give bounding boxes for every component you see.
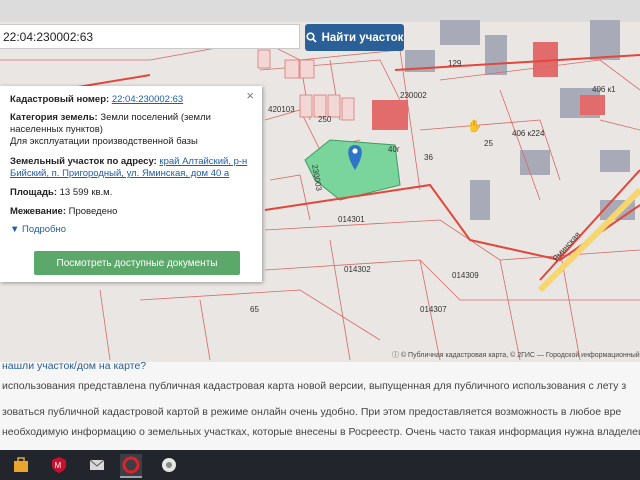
category-label: Категория земель: (10, 112, 98, 123)
map-label: 25 (484, 139, 493, 148)
find-parcel-button[interactable]: Найти участок (305, 24, 404, 51)
map-label: 406 к224 (512, 129, 545, 138)
taskbar: M (0, 450, 640, 480)
category-value: Земли поселений (земли (100, 112, 211, 123)
opera-icon[interactable] (120, 454, 142, 478)
search-icon (305, 32, 317, 43)
view-documents-button[interactable]: Посмотреть доступные документы (34, 251, 240, 275)
map-label: 420103 (268, 105, 295, 114)
find-parcel-label: Найти участок (321, 31, 404, 44)
more-details-link[interactable]: ▼ Подробно (10, 224, 66, 236)
address-link-cont[interactable]: Бийский, п. Пригородный, ул. Яминская, д… (10, 168, 229, 180)
paragraph-line: зоваться публичной кадастровой картой в … (2, 406, 622, 418)
map-label: 014302 (344, 265, 371, 274)
mcafee-icon[interactable]: M (48, 454, 70, 476)
address-label: Земельный участок по адресу: (10, 156, 157, 167)
map-label: 230002 (400, 91, 427, 100)
app-icon[interactable] (158, 454, 180, 476)
cad-number-link[interactable]: 22:04:230002:63 (112, 94, 183, 105)
parcel-info-popup: × Кадастровый номер: 22:04:230002:63 Кат… (0, 86, 262, 282)
triangle-down-icon: ▼ (10, 224, 20, 235)
hand-cursor-icon: ✋ (467, 119, 482, 133)
close-icon[interactable]: × (246, 88, 254, 103)
map-label: 40г (388, 145, 400, 154)
category-value-cont: населенных пунктов) (10, 124, 103, 135)
map-label: 014309 (452, 271, 479, 280)
cad-label: Кадастровый номер: (10, 94, 110, 105)
svg-text:M: M (55, 461, 62, 470)
map-label: 014301 (338, 215, 365, 224)
paragraph-line: использования представлена публичная кад… (2, 380, 627, 392)
boundary-value: Проведено (68, 206, 118, 217)
map-label: 014307 (420, 305, 447, 314)
info-icon: ⓘ (392, 352, 401, 359)
question-link[interactable]: нашли участок/дом на карте? (2, 360, 146, 372)
page-content: нашли участок/дом на карте? использовани… (0, 360, 640, 450)
area-label: Площадь: (10, 187, 57, 198)
land-use-value: Для эксплуатации производственной базы (10, 136, 198, 147)
boundary-label: Межевание: (10, 206, 66, 217)
map-label: 65 (250, 305, 259, 314)
map-label: 129 (448, 59, 462, 68)
area-value: 13 599 кв.м. (59, 187, 113, 198)
address-link[interactable]: край Алтайский, р-н (159, 156, 247, 167)
search-input[interactable]: 22:04:230002:63 (0, 24, 300, 49)
map-label: 250 (318, 115, 332, 124)
map-attribution: ⓘ © Публичная кадастровая карта, © 2ГИС … (392, 352, 640, 359)
mail-icon[interactable] (86, 454, 108, 476)
map-label: 36 (424, 153, 433, 162)
paragraph-line: необходимую информацию о земельных участ… (2, 426, 640, 438)
store-icon[interactable] (10, 454, 32, 476)
map-label: 406 к1 (592, 85, 616, 94)
